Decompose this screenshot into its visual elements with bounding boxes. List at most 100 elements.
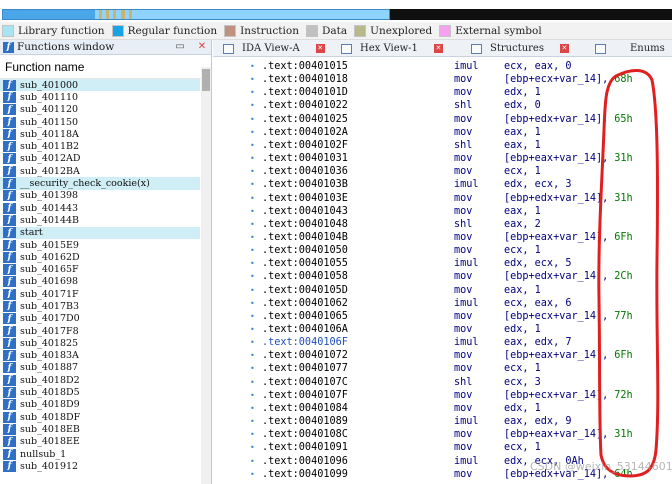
disassembly-line[interactable]: • .text:00401048 shl eax, 2 <box>213 218 672 231</box>
function-list-item[interactable]: f sub_401443 <box>0 202 200 214</box>
disassembly-line[interactable]: • .text:00401043 mov eax, 1 <box>213 205 672 218</box>
function-list-item[interactable]: f sub_4012AD <box>0 153 200 165</box>
restore-icon[interactable]: ▭ <box>174 41 186 53</box>
line-marker-icon: • <box>250 62 255 71</box>
tab-label: Structures <box>490 43 544 54</box>
operands: [ebp+ecx+var_14], 77h <box>504 310 633 323</box>
disassembly-line[interactable]: • .text:00401065 mov [ebp+ecx+var_14], 77h <box>213 310 672 323</box>
disassembly-line[interactable]: • .text:00401025 mov [ebp+edx+var_14], 65h <box>213 113 672 126</box>
function-list-item[interactable]: f sub_401887 <box>0 362 200 374</box>
function-list-scrollbar[interactable] <box>201 67 211 484</box>
disassembly-listing[interactable]: • .text:00401015 imul ecx, eax, 0 • .text:004… <box>213 57 672 484</box>
function-list-item[interactable]: f sub_4012BA <box>0 165 200 177</box>
navigation-band-unexplored <box>390 9 672 20</box>
operand-text: [ebp+eax+var_14], <box>504 153 609 165</box>
close-icon[interactable]: ✕ <box>196 41 208 53</box>
disassembly-line[interactable]: • .text:00401084 mov edx, 1 <box>213 402 672 415</box>
tab-hex-view-1[interactable]: Hex View-1 ✕ <box>341 40 443 57</box>
function-list-item[interactable]: f sub_40183A <box>0 350 200 362</box>
disassembly-line[interactable]: • .text:00401015 imul ecx, eax, 0 <box>213 60 672 73</box>
function-list-item[interactable]: f sub_401912 <box>0 460 200 472</box>
navigation-band[interactable] <box>2 9 390 20</box>
function-list-item[interactable]: f sub_401120 <box>0 104 200 116</box>
disassembly-line[interactable]: • .text:0040102F shl eax, 1 <box>213 139 672 152</box>
function-icon: f <box>3 264 16 276</box>
function-name: sub_4018D9 <box>20 399 80 411</box>
disassembly-line[interactable]: • .text:0040103E mov [ebp+edx+var_14], 31h <box>213 192 672 205</box>
disassembly-line[interactable]: • .text:00401018 mov [ebp+ecx+var_14], 68h <box>213 73 672 86</box>
line-marker-icon: • <box>250 140 255 150</box>
function-list-item[interactable]: f sub_40144B <box>0 214 200 226</box>
line-marker-icon: • <box>250 364 255 374</box>
function-icon: f <box>3 300 16 312</box>
disassembly-line[interactable]: • .text:00401089 imul eax, edx, 9 <box>213 415 672 428</box>
function-list-item[interactable]: f sub_401150 <box>0 116 200 128</box>
function-list-item[interactable]: f sub_4017D0 <box>0 313 200 325</box>
disassembly-line[interactable]: • .text:00401091 mov ecx, 1 <box>213 441 672 454</box>
function-list-item[interactable]: f start <box>0 226 200 239</box>
disassembly-line[interactable]: • .text:00401077 mov ecx, 1 <box>213 362 672 375</box>
function-list-item[interactable]: f sub_4011B2 <box>0 140 200 153</box>
disassembly-line[interactable]: • .text:0040105D mov eax, 1 <box>213 284 672 297</box>
function-list-item[interactable]: f sub_40162D <box>0 251 200 263</box>
disassembly-line[interactable]: • .text:0040106F imul eax, edx, 7 <box>213 336 672 349</box>
function-list-item[interactable]: f sub_40165F <box>0 263 200 276</box>
address: .text:00401022 <box>262 100 348 112</box>
close-tab-icon[interactable]: ✕ <box>433 44 443 53</box>
close-tab-icon[interactable]: ✕ <box>315 44 325 53</box>
legend-swatch <box>224 24 237 37</box>
disassembly-line[interactable]: • .text:0040104B mov [ebp+eax+var_14], 6Fh <box>213 231 672 244</box>
watermark: CSDN @weixin_53144601 <box>530 460 672 473</box>
function-list-item[interactable]: f sub_4018DF <box>0 411 200 423</box>
disassembly-line[interactable]: • .text:0040107F mov [ebp+ecx+var_14], 72h <box>213 389 672 402</box>
mnemonic: mov <box>454 192 473 204</box>
line-marker-icon: • <box>250 88 255 98</box>
scrollbar-thumb[interactable] <box>202 69 210 91</box>
function-list-item[interactable]: f sub_4017F8 <box>0 325 200 337</box>
function-list-item[interactable]: f sub_401000 <box>0 79 200 92</box>
function-list-item[interactable]: f sub_401698 <box>0 276 200 288</box>
function-list-item[interactable]: f sub_401110 <box>0 91 200 103</box>
tab-ida-view-a[interactable]: IDA View-A ✕ <box>223 40 325 57</box>
disassembly-line[interactable]: • .text:00401031 mov [ebp+eax+var_14], 31h <box>213 152 672 165</box>
function-list-item[interactable]: f sub_401398 <box>0 190 200 202</box>
close-tab-icon[interactable]: ✕ <box>559 44 569 53</box>
disassembly-line[interactable]: • .text:0040102A mov eax, 1 <box>213 126 672 139</box>
disassembly-line[interactable]: • .text:00401062 imul ecx, eax, 6 <box>213 297 672 310</box>
mnemonic: mov <box>454 231 473 243</box>
function-list-item[interactable]: f sub_4018D5 <box>0 386 200 399</box>
immediate-value: 31h <box>614 153 633 165</box>
mnemonic: shl <box>454 100 473 112</box>
function-icon: f <box>3 239 16 251</box>
function-list-item[interactable]: f sub_40118A <box>0 128 200 140</box>
function-list-item[interactable]: f sub_401825 <box>0 337 200 349</box>
function-name-column-header[interactable]: Function name <box>0 55 211 79</box>
function-list-item[interactable]: f __security_check_cookie(x) <box>0 177 200 190</box>
tab-structures[interactable]: Structures ✕ <box>471 40 569 57</box>
disassembly-line[interactable]: • .text:0040106A mov edx, 1 <box>213 323 672 336</box>
operands: [ebp+eax+var_14], 6Fh <box>504 349 633 362</box>
operands: [ebp+edx+var_14], 65h <box>504 113 633 126</box>
disassembly-line[interactable]: • .text:0040103B imul edx, ecx, 3 <box>213 178 672 191</box>
function-list-item[interactable]: f sub_4018EB <box>0 423 200 435</box>
disassembly-line[interactable]: • .text:00401022 shl edx, 0 <box>213 99 672 112</box>
tab-enums[interactable]: Enums <box>595 40 665 57</box>
function-list-item[interactable]: f sub_40171F <box>0 288 200 300</box>
function-list-item[interactable]: f sub_4018D2 <box>0 374 200 386</box>
function-list-item[interactable]: f nullsub_1 <box>0 448 200 460</box>
disassembly-line[interactable]: • .text:00401050 mov ecx, 1 <box>213 244 672 257</box>
disassembly-line[interactable]: • .text:0040108C mov [ebp+eax+var_14], 31h <box>213 428 672 441</box>
disassembly-line[interactable]: • .text:00401058 mov [ebp+edx+var_14], 2Ch <box>213 270 672 283</box>
disassembly-line[interactable]: • .text:00401036 mov ecx, 1 <box>213 165 672 178</box>
function-list-item[interactable]: f sub_4018D9 <box>0 399 200 411</box>
function-list-item[interactable]: f sub_4018EE <box>0 436 200 448</box>
function-list-item[interactable]: f sub_4015E9 <box>0 239 200 251</box>
operand-text: eax, 1 <box>504 284 541 296</box>
disassembly-line[interactable]: • .text:0040101D mov edx, 1 <box>213 86 672 99</box>
address: .text:00401025 <box>262 113 348 125</box>
disassembly-line[interactable]: • .text:0040107C shl ecx, 3 <box>213 376 672 389</box>
disassembly-line[interactable]: • .text:00401055 imul edx, ecx, 5 <box>213 257 672 270</box>
disassembly-line[interactable]: • .text:00401072 mov [ebp+eax+var_14], 6Fh <box>213 349 672 362</box>
function-list-item[interactable]: f sub_4017B3 <box>0 300 200 312</box>
address: .text:00401036 <box>262 166 348 178</box>
